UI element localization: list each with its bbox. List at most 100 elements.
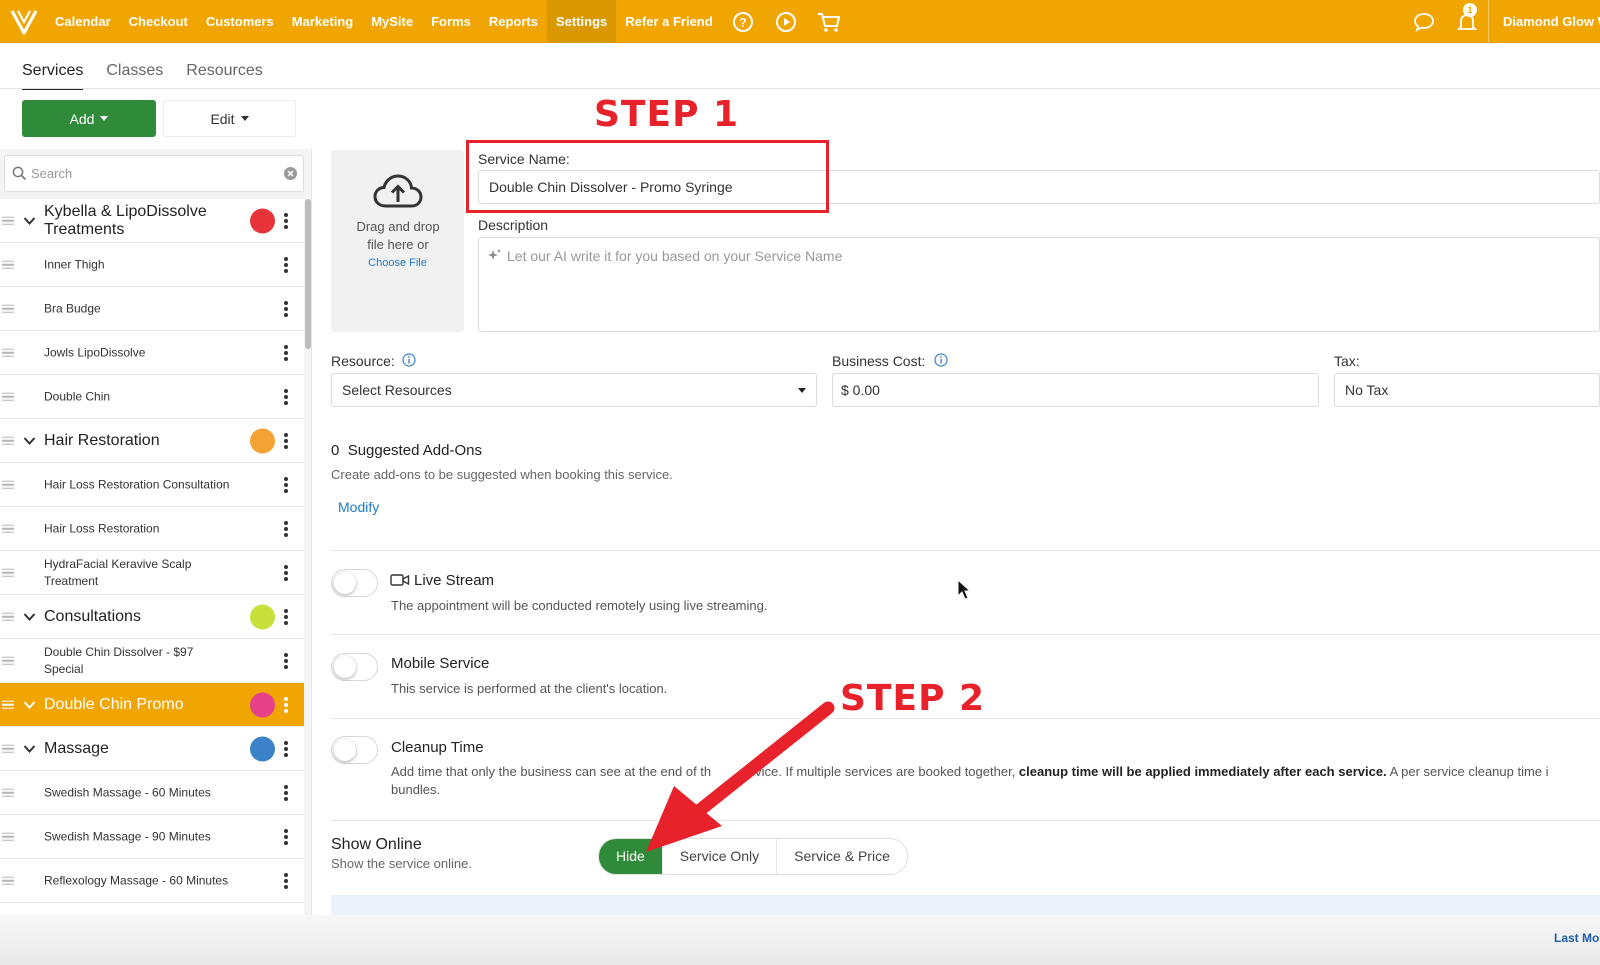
tab-classes[interactable]: Classes [106, 52, 163, 90]
info-icon[interactable] [934, 353, 948, 367]
more-options-icon[interactable] [283, 563, 289, 583]
image-upload-dropzone[interactable]: Drag and drop file here or Choose File [331, 150, 464, 332]
more-options-icon[interactable] [283, 783, 289, 803]
business-name-menu[interactable]: Diamond Glow W [1488, 0, 1600, 43]
more-options-icon[interactable] [283, 827, 289, 847]
drag-handle-icon[interactable] [2, 830, 14, 843]
choose-file-link[interactable]: Choose File [331, 257, 464, 269]
category-color-dot[interactable] [250, 692, 275, 717]
edit-button[interactable]: Edit [163, 100, 296, 137]
drag-handle-icon[interactable] [2, 214, 14, 227]
category-label: Hair Restoration [44, 431, 160, 449]
more-options-icon[interactable] [283, 211, 289, 231]
service-row-hydrafacial-keravive-scalp-treatment[interactable]: HydraFacial Keravive Scalp Treatment [0, 551, 304, 595]
chevron-down-icon[interactable] [23, 612, 36, 621]
drag-handle-icon[interactable] [2, 610, 14, 623]
more-options-icon[interactable] [283, 299, 289, 319]
nav-calendar[interactable]: Calendar [46, 0, 120, 43]
caret-down-icon [798, 388, 806, 393]
vagaro-logo-icon[interactable] [2, 0, 46, 43]
chevron-down-icon[interactable] [23, 700, 36, 709]
category-color-dot[interactable] [250, 208, 275, 233]
more-options-icon[interactable] [283, 739, 289, 759]
service-row-inner-thigh[interactable]: Inner Thigh [0, 243, 304, 287]
category-row-hair-restoration[interactable]: Hair Restoration [0, 419, 304, 463]
service-row-jowls-lipodissolve[interactable]: Jowls LipoDissolve [0, 331, 304, 375]
more-options-icon[interactable] [283, 871, 289, 891]
more-options-icon[interactable] [283, 519, 289, 539]
service-row-double-chin[interactable]: Double Chin [0, 375, 304, 419]
category-color-dot[interactable] [250, 736, 275, 761]
drag-handle-icon[interactable] [2, 566, 14, 579]
more-options-icon[interactable] [283, 607, 289, 627]
drag-handle-icon[interactable] [2, 698, 14, 711]
nav-customers[interactable]: Customers [197, 0, 283, 43]
category-row-massage[interactable]: Massage [0, 727, 304, 771]
drag-handle-icon[interactable] [2, 302, 14, 315]
drag-handle-icon[interactable] [2, 786, 14, 799]
category-color-dot[interactable] [250, 428, 275, 453]
service-row-swedish-massage-60-minutes[interactable]: Swedish Massage - 60 Minutes [0, 771, 304, 815]
modify-addons-link[interactable]: Modify [338, 499, 379, 515]
service-row-reflexology-massage-60-minutes[interactable]: Reflexology Massage - 60 Minutes [0, 859, 304, 903]
more-options-icon[interactable] [283, 343, 289, 363]
tab-resources[interactable]: Resources [186, 52, 262, 90]
search-box[interactable]: Search [4, 155, 304, 192]
services-sidebar: Search Kybella & LipoDissolve Treatments… [0, 149, 312, 965]
cart-icon[interactable] [808, 0, 851, 43]
more-options-icon[interactable] [283, 651, 289, 671]
drag-handle-icon[interactable] [2, 478, 14, 491]
more-options-icon[interactable] [283, 431, 289, 451]
cleanup-time-toggle[interactable] [331, 736, 378, 764]
play-video-icon[interactable] [765, 0, 808, 43]
resource-select[interactable]: Select Resources [331, 373, 817, 407]
category-row-double-chin-promo[interactable]: Double Chin Promo [0, 683, 304, 727]
category-color-dot[interactable] [250, 604, 275, 629]
nav-reports[interactable]: Reports [480, 0, 547, 43]
info-icon[interactable] [402, 353, 416, 367]
chevron-down-icon[interactable] [23, 436, 36, 445]
nav-mysite[interactable]: MySite [362, 0, 422, 43]
drag-handle-icon[interactable] [2, 258, 14, 271]
drag-handle-icon[interactable] [2, 654, 14, 667]
chat-icon[interactable] [1402, 0, 1445, 43]
mobile-service-toggle[interactable] [331, 653, 378, 681]
drag-handle-icon[interactable] [2, 522, 14, 535]
service-row-bra-budge[interactable]: Bra Budge [0, 287, 304, 331]
notifications-bell-icon[interactable]: 1 [1445, 0, 1488, 43]
drag-handle-icon[interactable] [2, 434, 14, 447]
tab-services[interactable]: Services [22, 52, 84, 90]
clear-search-icon[interactable] [283, 166, 298, 181]
drag-handle-icon[interactable] [2, 346, 14, 359]
description-textarea[interactable]: Let our AI write it for you based on you… [478, 237, 1600, 332]
nav-settings[interactable]: Settings [546, 0, 617, 43]
tax-select[interactable]: No Tax [1334, 373, 1600, 407]
info-banner [331, 895, 1600, 915]
live-stream-toggle[interactable] [331, 569, 378, 597]
more-options-icon[interactable] [283, 695, 289, 715]
service-row-swedish-massage-90-minutes[interactable]: Swedish Massage - 90 Minutes [0, 815, 304, 859]
drag-handle-icon[interactable] [2, 874, 14, 887]
nav-forms[interactable]: Forms [422, 0, 480, 43]
sidebar-scrollbar[interactable] [305, 199, 311, 349]
help-icon[interactable]: ? [722, 0, 765, 43]
service-row-hair-loss-restoration-consultation[interactable]: Hair Loss Restoration Consultation [0, 463, 304, 507]
more-options-icon[interactable] [283, 255, 289, 275]
category-row-kybella-lipodissolve-treatments[interactable]: Kybella & LipoDissolve Treatments [0, 199, 304, 243]
chevron-down-icon[interactable] [23, 216, 36, 225]
drag-handle-icon[interactable] [2, 390, 14, 403]
service-row-hair-loss-restoration[interactable]: Hair Loss Restoration [0, 507, 304, 551]
chevron-down-icon[interactable] [23, 744, 36, 753]
more-options-icon[interactable] [283, 475, 289, 495]
service-row-double-chin-dissolver-97-special[interactable]: Double Chin Dissolver - $97 Special [0, 639, 304, 683]
business-cost-input[interactable]: $ 0.00 [832, 373, 1319, 407]
add-button[interactable]: Add [22, 100, 156, 137]
nav-checkout[interactable]: Checkout [120, 0, 197, 43]
nav-marketing[interactable]: Marketing [283, 0, 362, 43]
more-options-icon[interactable] [283, 387, 289, 407]
search-input[interactable]: Search [31, 166, 72, 181]
drag-handle-icon[interactable] [2, 742, 14, 755]
nav-refer-a-friend[interactable]: Refer a Friend [616, 0, 721, 43]
category-row-consultations[interactable]: Consultations [0, 595, 304, 639]
cleanup-desc-part: A per service cleanup time i [1386, 764, 1549, 779]
